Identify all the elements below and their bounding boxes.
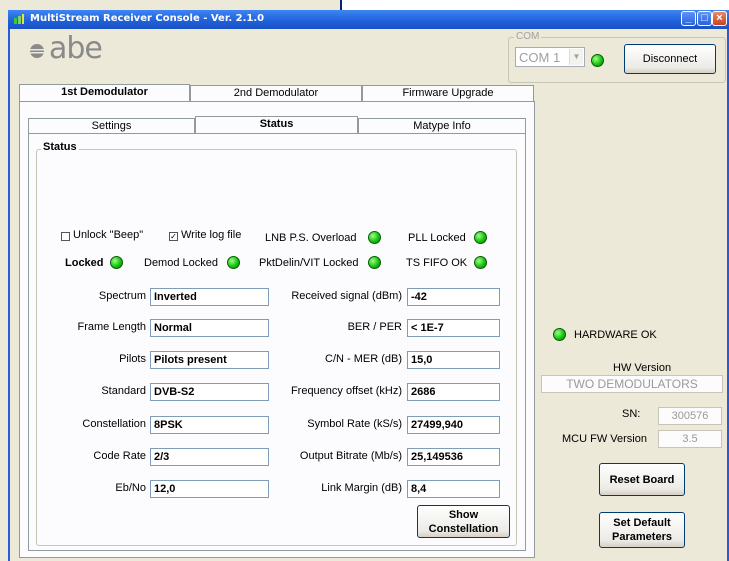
com-port-value: COM 1 bbox=[519, 50, 561, 65]
mcu-fw-label: MCU FW Version bbox=[562, 433, 647, 445]
show-constellation-line2: Constellation bbox=[428, 522, 499, 535]
output-bitrate-label: Output Bitrate (Mb/s) bbox=[299, 450, 402, 462]
pll-locked-led bbox=[474, 231, 487, 244]
tab-matype-info[interactable]: Matype Info bbox=[358, 118, 526, 134]
spectrum-label: Spectrum bbox=[98, 290, 146, 302]
minimize-button[interactable]: _ bbox=[681, 11, 696, 26]
hw-version-label: HW Version bbox=[613, 362, 672, 374]
demod-locked-led bbox=[227, 256, 240, 269]
demod-locked-label: Demod Locked bbox=[144, 257, 218, 269]
set-default-line1: Set Default bbox=[613, 517, 671, 529]
pilots-field[interactable]: Pilots present bbox=[150, 351, 269, 369]
write-log-label: Write log file bbox=[181, 229, 242, 241]
show-constellation-button[interactable]: Show Constellation bbox=[417, 505, 510, 538]
com-legend: COM bbox=[514, 31, 542, 42]
com-port-select[interactable]: COM 1 ▼ bbox=[515, 47, 585, 67]
standard-field[interactable]: DVB-S2 bbox=[150, 383, 269, 401]
ebno-field[interactable]: 12,0 bbox=[150, 480, 269, 498]
link-margin-label: Link Margin (dB) bbox=[321, 482, 402, 494]
frequency-offset-label: Frequency offset (kHz) bbox=[290, 385, 402, 397]
tab-2nd-demodulator[interactable]: 2nd Demodulator bbox=[190, 85, 362, 101]
output-bitrate-field[interactable]: 25,149536 bbox=[407, 448, 500, 466]
title-bar[interactable]: MultiStream Receiver Console - Ver. 2.1.… bbox=[8, 10, 729, 29]
status-legend: Status bbox=[41, 141, 79, 153]
com-status-led bbox=[591, 54, 604, 67]
close-button[interactable]: × bbox=[712, 11, 727, 26]
code-rate-label: Code Rate bbox=[93, 450, 146, 462]
frequency-offset-field[interactable]: 2686 bbox=[407, 383, 500, 401]
tab-1st-demodulator[interactable]: 1st Demodulator bbox=[19, 84, 190, 102]
ber-per-field[interactable]: < 1E-7 bbox=[407, 319, 500, 337]
symbol-rate-label: Symbol Rate (kS/s) bbox=[307, 418, 402, 430]
cn-mer-label: C/N - MER (dB) bbox=[325, 353, 402, 365]
disconnect-button[interactable]: Disconnect bbox=[624, 44, 716, 74]
symbol-rate-field[interactable]: 27499,940 bbox=[407, 416, 500, 434]
lnb-overload-label: LNB P.S. Overload bbox=[265, 232, 357, 244]
set-default-line2: Parameters bbox=[612, 531, 672, 543]
received-signal-field[interactable]: -42 bbox=[407, 288, 500, 306]
chevron-down-icon[interactable]: ▼ bbox=[569, 49, 583, 65]
unlock-beep-checkbox[interactable] bbox=[61, 232, 70, 241]
ebno-label: Eb/No bbox=[115, 482, 146, 494]
sn-field: 300576 bbox=[658, 407, 722, 425]
reset-board-button[interactable]: Reset Board bbox=[599, 463, 685, 496]
write-log-checkbox[interactable]: ✓ bbox=[169, 232, 178, 241]
link-margin-field[interactable]: 8,4 bbox=[407, 480, 500, 498]
hardware-ok-label: HARDWARE OK bbox=[574, 329, 657, 341]
set-default-parameters-button[interactable]: Set Default Parameters bbox=[599, 512, 685, 548]
logo-text: abe bbox=[49, 31, 103, 66]
tab-settings[interactable]: Settings bbox=[28, 118, 195, 134]
abe-logo: abe bbox=[29, 31, 119, 68]
pktdelin-locked-label: PktDelin/VIT Locked bbox=[259, 257, 359, 269]
pll-locked-label: PLL Locked bbox=[408, 232, 466, 244]
app-icon bbox=[14, 14, 24, 24]
lnb-overload-led bbox=[368, 231, 381, 244]
show-constellation-line1: Show bbox=[448, 508, 479, 521]
ts-fifo-label: TS FIFO OK bbox=[406, 257, 468, 269]
frame-length-field[interactable]: Normal bbox=[150, 319, 269, 337]
frame-length-label: Frame Length bbox=[77, 321, 146, 333]
ts-fifo-led bbox=[474, 256, 487, 269]
maximize-button[interactable]: □ bbox=[697, 11, 712, 26]
constellation-label: Constellation bbox=[82, 418, 146, 430]
ber-per-label: BER / PER bbox=[347, 321, 402, 333]
unlock-beep-label: Unlock "Beep" bbox=[73, 229, 144, 241]
locked-label: Locked bbox=[65, 257, 104, 269]
tab-status[interactable]: Status bbox=[195, 116, 358, 134]
window-title: MultiStream Receiver Console - Ver. 2.1.… bbox=[30, 13, 265, 24]
received-signal-label: Received signal (dBm) bbox=[291, 290, 402, 302]
pilots-label: Pilots bbox=[119, 353, 146, 365]
hardware-ok-led bbox=[553, 328, 566, 341]
mcu-fw-field: 3.5 bbox=[658, 430, 722, 448]
constellation-field[interactable]: 8PSK bbox=[150, 416, 269, 434]
spectrum-field[interactable]: Inverted bbox=[150, 288, 269, 306]
hw-version-field: TWO DEMODULATORS bbox=[541, 375, 723, 393]
sn-label: SN: bbox=[622, 408, 641, 420]
tab-firmware-upgrade[interactable]: Firmware Upgrade bbox=[362, 85, 534, 101]
pktdelin-locked-led bbox=[368, 256, 381, 269]
code-rate-field[interactable]: 2/3 bbox=[150, 448, 269, 466]
locked-led bbox=[110, 256, 123, 269]
standard-label: Standard bbox=[101, 385, 146, 397]
cn-mer-field[interactable]: 15,0 bbox=[407, 351, 500, 369]
